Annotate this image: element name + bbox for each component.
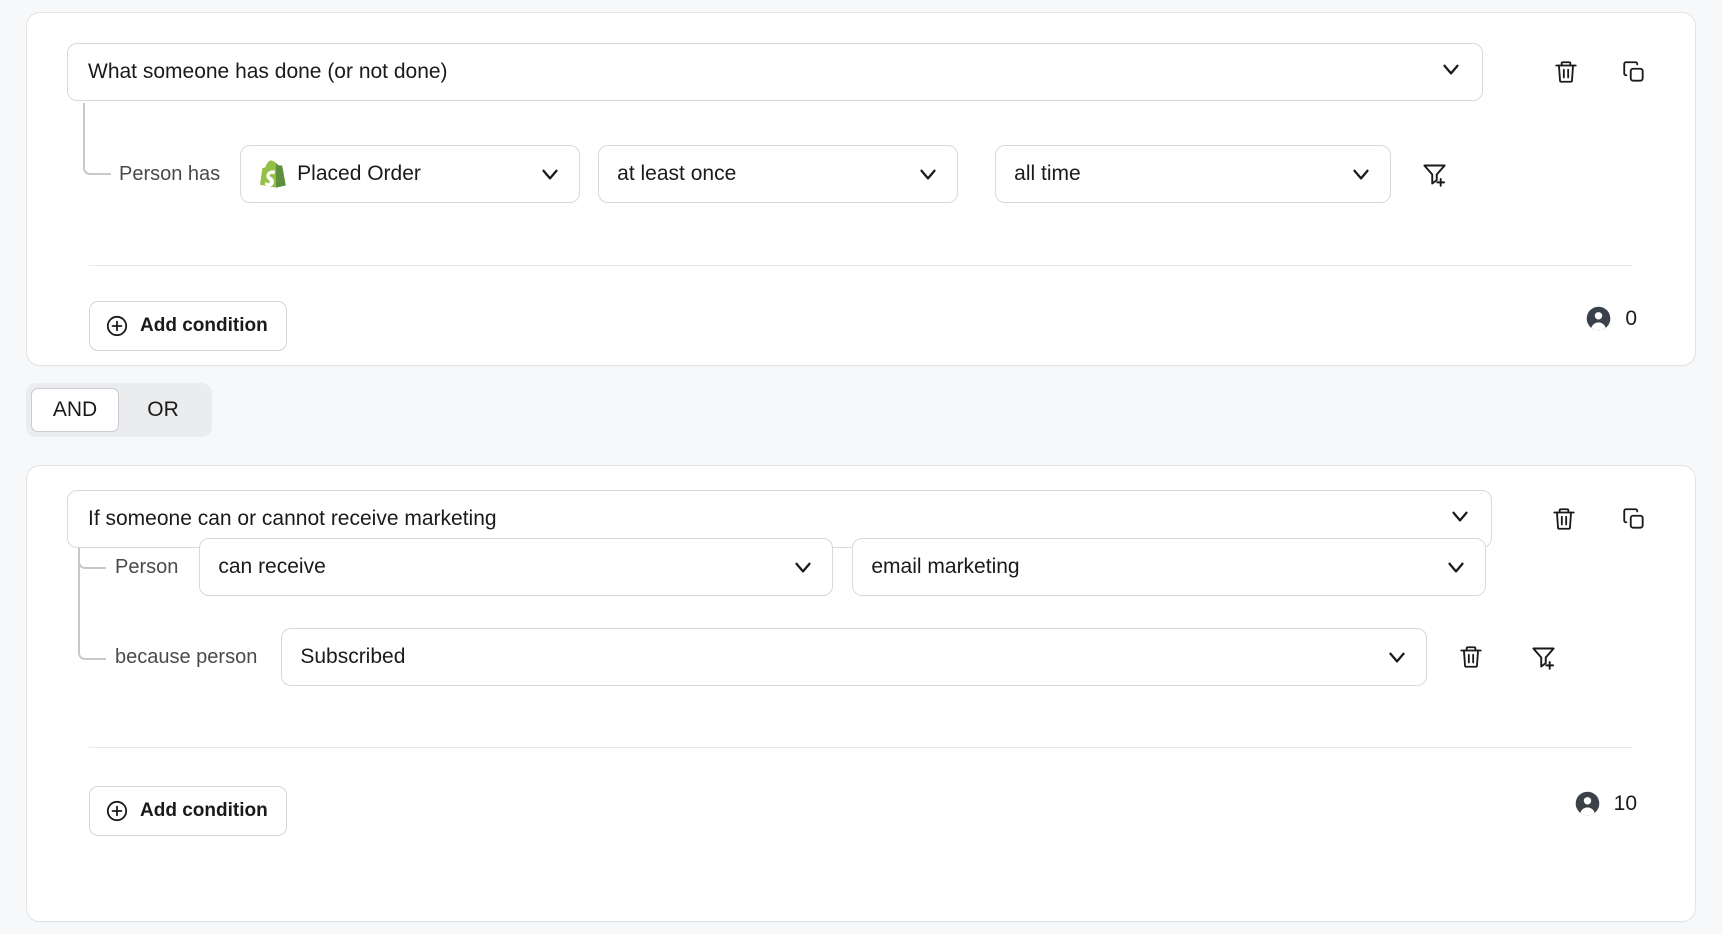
group-2-row-2: because person Subscribed	[115, 628, 1560, 686]
group-1-timeframe-select[interactable]: all time	[995, 145, 1391, 203]
group-1-type-label: What someone has done (or not done)	[88, 60, 448, 84]
group-1-type-select[interactable]: What someone has done (or not done)	[67, 43, 1483, 101]
group-2-connector-branch-2	[78, 548, 106, 660]
group-2-member-count: 10	[1574, 790, 1637, 817]
person-icon	[1574, 790, 1601, 817]
group-1-row-1: Person has Placed Order at least once	[119, 145, 1451, 203]
group-2-channel-select[interactable]: email marketing	[852, 538, 1486, 596]
person-icon	[1585, 305, 1612, 332]
logic-toggle-and[interactable]: AND	[31, 388, 119, 432]
chevron-down-icon	[1438, 56, 1464, 88]
group-1-count-value: 0	[1625, 307, 1637, 331]
group-2-reason-value: Subscribed	[300, 645, 405, 669]
group-2-connector-row-1	[78, 548, 106, 566]
group-2-consent-select[interactable]: can receive	[199, 538, 833, 596]
group-1-frequency-select[interactable]: at least once	[598, 145, 958, 203]
chevron-down-icon	[1348, 161, 1374, 187]
group-1-metric-select[interactable]: Placed Order	[240, 145, 580, 203]
group-1-member-count: 0	[1585, 305, 1637, 332]
group-2-channel-value: email marketing	[871, 555, 1019, 579]
trash-icon[interactable]	[1549, 55, 1583, 89]
filter-add-icon[interactable]	[1526, 640, 1560, 674]
group-1-timeframe-value: all time	[1014, 162, 1081, 186]
chevron-down-icon	[1447, 503, 1473, 535]
chevron-down-icon	[915, 161, 941, 187]
filter-add-icon[interactable]	[1417, 157, 1451, 191]
group-2-row-1: Person can receive email marketing	[115, 538, 1486, 596]
trash-icon[interactable]	[1454, 640, 1488, 674]
group-2-connector-branch-1	[78, 548, 106, 569]
group-1-connector	[83, 103, 111, 175]
shopify-icon	[259, 159, 287, 189]
group-2-row-2-label: because person	[115, 646, 257, 669]
condition-group-2: If someone can or cannot receive marketi…	[26, 465, 1696, 922]
trash-icon[interactable]	[1547, 502, 1581, 536]
group-2-add-condition-label: Add condition	[140, 800, 268, 822]
group-1-divider	[89, 265, 1633, 266]
duplicate-icon[interactable]	[1617, 502, 1651, 536]
group-2-reason-select[interactable]: Subscribed	[281, 628, 1427, 686]
group-2-header-actions	[1547, 502, 1659, 536]
group-1-header-actions	[1549, 55, 1659, 89]
group-2-add-condition-button[interactable]: Add condition	[89, 786, 287, 836]
chevron-down-icon	[1384, 644, 1410, 670]
logic-toggle-or[interactable]: OR	[119, 388, 207, 432]
group-1-row-1-label: Person has	[119, 163, 220, 186]
group-1-metric-value: Placed Order	[297, 162, 421, 186]
plus-circle-icon	[105, 314, 129, 338]
condition-group-1: What someone has done (or not done) Pers…	[26, 12, 1696, 366]
chevron-down-icon	[790, 554, 816, 580]
group-1-header: What someone has done (or not done)	[67, 43, 1659, 101]
group-2-row-1-label: Person	[115, 556, 178, 579]
group-2-count-value: 10	[1614, 792, 1637, 816]
duplicate-icon[interactable]	[1617, 55, 1651, 89]
group-2-consent-value: can receive	[218, 555, 325, 579]
chevron-down-icon	[1443, 554, 1469, 580]
group-2-type-label: If someone can or cannot receive marketi…	[88, 507, 497, 531]
chevron-down-icon	[537, 161, 563, 187]
group-1-frequency-value: at least once	[617, 162, 736, 186]
group-1-add-condition-label: Add condition	[140, 315, 268, 337]
plus-circle-icon	[105, 799, 129, 823]
logic-toggle: AND OR	[26, 383, 212, 437]
group-1-add-condition-button[interactable]: Add condition	[89, 301, 287, 351]
segment-builder: What someone has done (or not done) Pers…	[0, 0, 1722, 934]
group-2-divider	[89, 747, 1633, 748]
